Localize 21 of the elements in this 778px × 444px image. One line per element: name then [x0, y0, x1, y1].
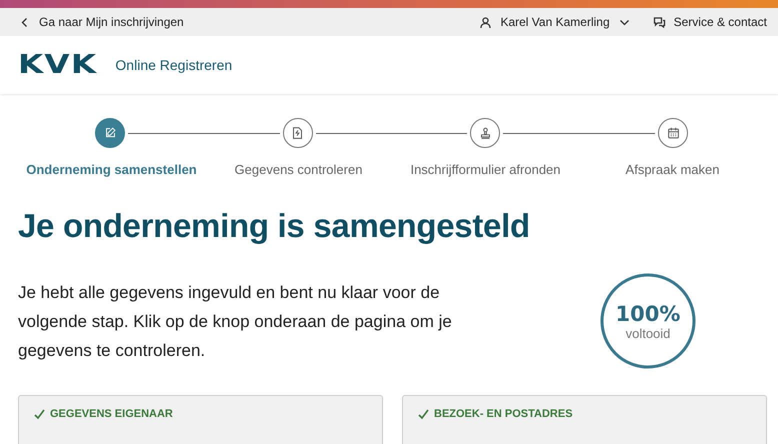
page-title: Je onderneming is samengesteld	[18, 207, 531, 245]
step-icon[interactable]	[658, 118, 688, 148]
step-label[interactable]: Onderneming samenstellen	[18, 162, 205, 177]
intro-text: Je hebt alle gegevens ingevuld en bent nu klaar voor de volgende stap. Klik op de knop onderaan de pagina om je gegevens te controleren.	[18, 282, 453, 362]
step-icon[interactable]	[470, 118, 500, 148]
back-link[interactable]: Ga naar Mijn inschrijvingen	[18, 15, 184, 29]
step-icon[interactable]	[282, 118, 313, 148]
chat-bubbles-icon	[652, 16, 666, 28]
person-icon	[479, 16, 492, 28]
service-link[interactable]: Service & contact	[652, 15, 767, 29]
progress-caption: voltooid	[626, 326, 670, 340]
card-title: BEZOEK- EN POSTADRES	[434, 408, 573, 420]
progress-value: 100%	[616, 302, 680, 326]
logo[interactable]: KVK	[18, 50, 98, 80]
app-name: Online Registreren	[115, 57, 232, 73]
user-menu[interactable]: Karel Van Kamerling	[479, 15, 631, 29]
step-label[interactable]: Gegevens controleren	[205, 162, 392, 177]
step-icon[interactable]	[95, 118, 125, 148]
step-label[interactable]: Inschrijfformulier afronden	[392, 162, 579, 177]
card-title: GEGEVENS EIGENAAR	[50, 408, 173, 420]
step-label[interactable]: Afspraak maken	[579, 162, 766, 177]
